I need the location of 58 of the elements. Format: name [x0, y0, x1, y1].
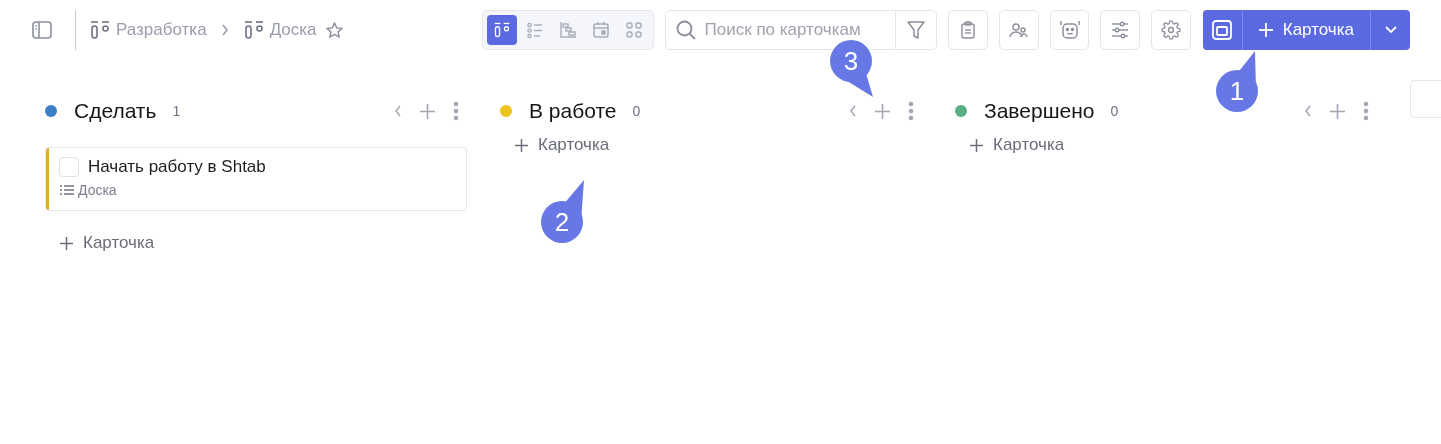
grid-icon: [624, 21, 643, 39]
board-icon: [492, 21, 511, 39]
sidebar-toggle-icon[interactable]: [31, 19, 53, 41]
plus-icon[interactable]: [420, 103, 435, 119]
search-icon: [674, 19, 697, 41]
chevron-left-icon[interactable]: [849, 105, 857, 117]
board-icon: [89, 19, 111, 41]
step-callout-tooltip: 2: [517, 177, 607, 267]
settings-icon: [1160, 20, 1181, 40]
settings-button[interactable]: [1151, 10, 1191, 50]
add-column-button[interactable]: [1410, 80, 1441, 118]
card-count: 0: [632, 103, 641, 119]
column-title: Сделать: [74, 99, 157, 123]
card-count: 0: [1110, 103, 1119, 119]
plus-icon[interactable]: [875, 103, 890, 119]
card-title[interactable]: Начать работу в Shtab: [88, 157, 266, 177]
add-card-link[interactable]: Карточка: [60, 233, 155, 253]
bot-button[interactable]: [1049, 10, 1090, 50]
gantt-icon: [558, 21, 577, 39]
breadcrumb-link[interactable]: Разработка: [116, 20, 207, 40]
plus-icon: [1258, 23, 1273, 37]
list-icon: [525, 21, 544, 39]
checkbox[interactable]: [59, 157, 79, 177]
board-icon: [242, 19, 265, 41]
search-field[interactable]: Поиск по карточкам: [664, 10, 896, 50]
star-icon[interactable]: [324, 20, 344, 40]
clipboard-icon: [960, 21, 977, 39]
board-view-tab[interactable]: [486, 15, 517, 45]
calendar-icon: [591, 21, 610, 39]
plus-icon: [970, 138, 983, 152]
board-label: Доска: [78, 182, 117, 198]
filter-icon: [906, 20, 926, 40]
sliders-icon: [1110, 21, 1131, 39]
filter-button[interactable]: [895, 10, 938, 50]
column-title: В работе: [529, 99, 617, 123]
more-icon[interactable]: [1363, 101, 1369, 121]
caret-icon: [1384, 26, 1397, 34]
plus-icon: [60, 236, 73, 250]
chevron-left-icon[interactable]: [394, 105, 402, 117]
chevron-right-icon: [220, 24, 229, 36]
chevron-left-icon[interactable]: [1304, 105, 1312, 117]
more-icon[interactable]: [908, 101, 914, 121]
list-icon: [59, 184, 75, 196]
task-card[interactable]: Начать работу в Shtab Доска: [45, 147, 467, 211]
members-button[interactable]: [999, 10, 1039, 50]
settings-sliders-button[interactable]: [1100, 10, 1141, 50]
window-icon: [1211, 19, 1234, 41]
plus-icon: [515, 138, 528, 152]
people-icon: [1008, 21, 1029, 39]
plus-icon[interactable]: [1330, 103, 1345, 119]
card-count: 1: [172, 103, 181, 119]
column-title: Завершено: [984, 99, 1095, 123]
robot-icon: [1058, 20, 1081, 40]
more-icon[interactable]: [453, 101, 459, 121]
add-card-link[interactable]: Карточка: [515, 135, 610, 155]
breadcrumb-current: Доска: [269, 20, 317, 40]
add-card-link[interactable]: Карточка: [970, 135, 1065, 155]
clipboard-button[interactable]: [948, 10, 988, 50]
